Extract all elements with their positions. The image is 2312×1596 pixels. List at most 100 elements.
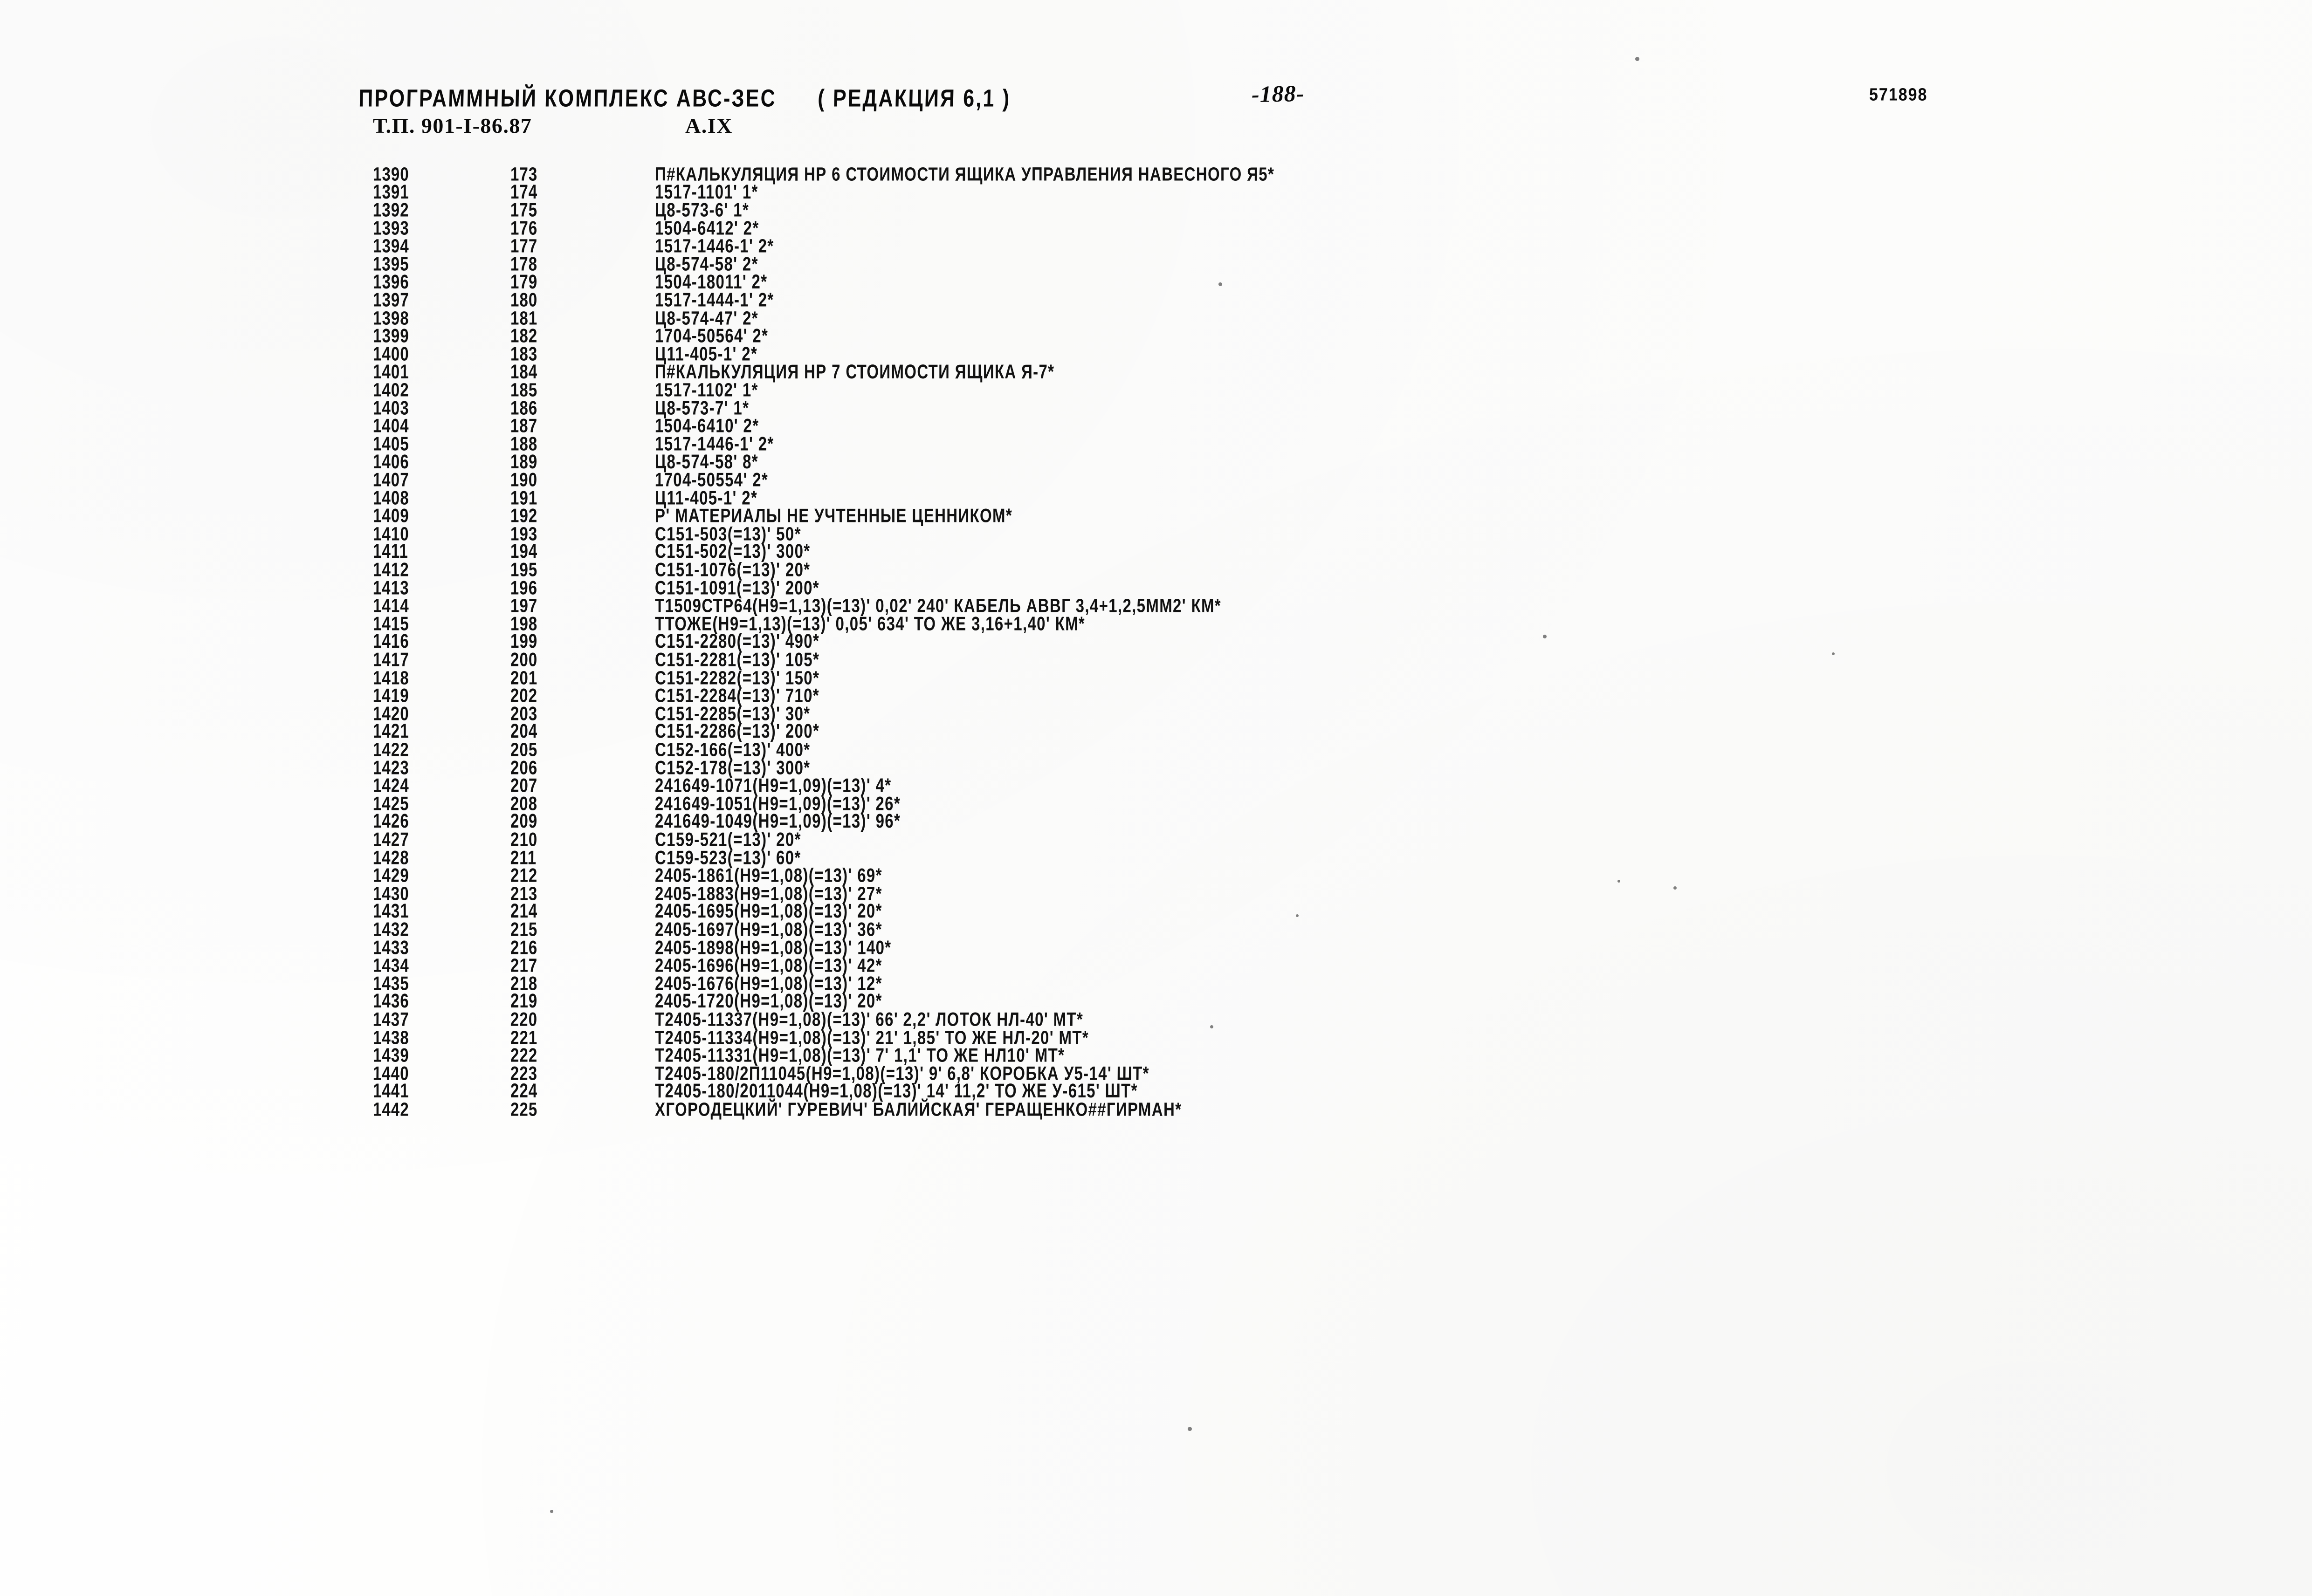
- type-project-code: Т.П. 901-I-86.87: [373, 114, 532, 137]
- listing-row: 1412 195 С151-1076(=13)' 20*: [0, 558, 2312, 581]
- listing-row: 1434 217 2405-1696(Н9=1,08)(=13)' 42*: [0, 955, 2312, 975]
- scan-speck: [1188, 1427, 1192, 1431]
- listing-row: 1405 188 1517-1446-1' 2*: [0, 434, 2312, 453]
- listing-row: 1420 203 С151-2285(=13)' 30*: [0, 704, 2312, 723]
- listing-row: 1398 181 Ц8-574-47' 2*: [0, 308, 2312, 328]
- row-item-number: 195: [510, 558, 538, 581]
- row-item-number: 220: [510, 1008, 538, 1030]
- row-item-number: 192: [510, 504, 538, 527]
- listing-row: 1396 179 1504-18011' 2*: [0, 272, 2312, 291]
- row-item-number: 224: [510, 1079, 538, 1102]
- row-item-number: 196: [510, 576, 538, 598]
- row-record-text: С151-2281(=13)' 105*: [655, 648, 820, 671]
- listing-row: 1391 174 1517-1101' 1*: [0, 182, 2312, 201]
- listing-row: 1440 223 Т2405-180/2П11045(Н9=1,08)(=13)' …: [0, 1062, 2312, 1084]
- listing-row: 1441 224 Т2405-180/2011044(Н9=1,08)(=13)' …: [0, 1079, 2312, 1102]
- row-record-text: 2405-1720(Н9=1,08)(=13)' 20*: [655, 989, 882, 1012]
- row-item-number: 222: [510, 1044, 538, 1066]
- listing-row: 1406 189 Ц8-574-58' 8*: [0, 452, 2312, 471]
- listing-row: 1390 173 П#КАЛЬКУЛЯЦИЯ НР 6 СТОИМОСТИ ЯЩИК…: [0, 164, 2312, 184]
- row-sequence-number: 1413: [372, 576, 409, 598]
- listing-row: 1408 191 Ц11-405-1' 2*: [0, 488, 2312, 507]
- row-sequence-number: 1397: [373, 288, 409, 311]
- row-sequence-number: 1442: [373, 1098, 409, 1120]
- listing-row: 1411 194 С151-502(=13)' 300*: [0, 541, 2312, 561]
- listing-row: 1393 176 1504-6412' 2*: [0, 217, 2312, 239]
- row-record-text: Т2405-180/2011044(Н9=1,08)(=13)' 14' 11,…: [655, 1079, 1138, 1102]
- listing-row: 1400 183 Ц11-405-1' 2*: [0, 344, 2312, 363]
- row-sequence-number: 1441: [373, 1079, 409, 1102]
- row-record-text: С151-2286(=13)' 200*: [655, 720, 820, 742]
- row-item-number: 214: [510, 900, 538, 922]
- row-record-text: С151-1076(=13)' 20*: [655, 558, 811, 581]
- row-sequence-number: 1429: [373, 864, 409, 886]
- row-item-number: 180: [510, 288, 538, 311]
- row-record-text: 2405-1861(Н9=1,08)(=13)' 69*: [655, 864, 882, 886]
- row-record-text: Т2405-11331(Н9=1,08)(=13)' 7' 1,1' ТО ЖЕ…: [655, 1044, 1065, 1066]
- listing-row: 1438 221 Т2405-11334(Н9=1,08)(=13)' 21' 1,…: [0, 1027, 2312, 1047]
- scanned-page: ПРОГРАММНЫЙ КОМПЛЕКС АВС-ЗЕС ( РЕДАКЦИЯ …: [0, 0, 2312, 1596]
- listing-row: 1419 202 С151-2284(=13)' 710*: [0, 685, 2312, 706]
- edition-label: ( РЕДАКЦИЯ 6,1 ): [817, 85, 1011, 112]
- listing-row: 1416 199 С151-2280(=13)' 490*: [0, 631, 2312, 651]
- page-header: ПРОГРАММНЫЙ КОМПЛЕКС АВС-ЗЕС ( РЕДАКЦИЯ …: [0, 0, 2312, 154]
- listing-row: 1421 204 С151-2286(=13)' 200*: [0, 720, 2312, 742]
- listing-row: 1439 222 Т2405-11331(Н9=1,08)(=13)' 7' 1,1…: [0, 1044, 2312, 1066]
- listing-row: 1435 218 2405-1676(Н9=1,08)(=13)' 12*: [0, 973, 2312, 993]
- row-sequence-number: 1409: [373, 504, 409, 527]
- listing-row: 1392 175 Ц8-573-6' 1*: [0, 199, 2312, 221]
- page-number: -188-: [1251, 80, 1305, 108]
- listing-row: 1399 182 1704-50564' 2*: [0, 326, 2312, 345]
- listing-row: 1437 220 Т2405-11337(Н9=1,08)(=13)' 66' 2,…: [0, 1008, 2312, 1030]
- listing-row: 1430 213 2405-1883(Н9=1,08)(=13)' 27*: [0, 884, 2312, 903]
- listing-row: 1431 214 2405-1695(Н9=1,08)(=13)' 20*: [0, 900, 2312, 922]
- listing-row: 1436 219 2405-1720(Н9=1,08)(=13)' 20*: [0, 989, 2312, 1012]
- listing-row: 1404 187 1504-6410' 2*: [0, 415, 2312, 437]
- row-item-number: 184: [510, 360, 538, 383]
- listing-row: 1429 212 2405-1861(Н9=1,08)(=13)' 69*: [0, 864, 2312, 886]
- document-number: 571898: [1869, 85, 1928, 105]
- scan-speck: [550, 1510, 553, 1513]
- row-item-number: 176: [510, 217, 538, 239]
- row-record-text: 2405-1697(Н9=1,08)(=13)' 36*: [655, 918, 882, 940]
- row-sequence-number: 1393: [373, 217, 409, 239]
- listing-row: 1422 205 С152-166(=13)' 400*: [0, 740, 2312, 759]
- row-record-text: Р' МАТЕРИАЛЫ НЕ УЧТЕННЫЕ ЦЕННИКОМ*: [655, 504, 1013, 527]
- row-record-text: С151-1091(=13)' 200*: [654, 576, 820, 598]
- row-item-number: 190: [510, 468, 538, 491]
- row-item-number: 215: [510, 918, 538, 940]
- listing-row: 1407 190 1704-50554' 2*: [0, 468, 2312, 491]
- row-sequence-number: 1436: [373, 989, 409, 1012]
- row-item-number: 210: [510, 828, 538, 850]
- row-sequence-number: 1412: [373, 558, 409, 581]
- row-record-text: 1517-1444-1' 2*: [655, 288, 774, 311]
- listing-row: 1424 207 241649-1071(Н9=1,09)(=13)' 4*: [0, 775, 2312, 795]
- row-item-number: 200: [510, 648, 538, 671]
- listing-row: 1428 211 С159-523(=13)' 60*: [0, 846, 2312, 868]
- listing-row: 1442 225 ХГОРОДЕЦКИЙ' ГУРЕВИЧ' БАЛИЙСКАЯ' …: [0, 1098, 2312, 1120]
- listing-row: 1417 200 С151-2281(=13)' 105*: [0, 648, 2312, 671]
- row-sequence-number: 1432: [373, 918, 409, 940]
- listing-row: 1418 201 С151-2282(=13)' 150*: [0, 668, 2312, 687]
- row-record-text: 1504-6412' 2*: [655, 217, 759, 239]
- row-sequence-number: 1439: [373, 1044, 409, 1066]
- listing-row: 1413 196 С151-1091(=13)' 200*: [0, 576, 2312, 598]
- listing-row: 1414 197 Т1509СТР64(Н9=1,13)(=13)' 0,02' 2…: [0, 596, 2312, 615]
- listing-row: 1397 180 1517-1444-1' 2*: [0, 288, 2312, 311]
- row-record-text: 2405-1898(Н9=1,08)(=13)' 140*: [655, 936, 892, 958]
- listing-row: 1415 198 ТТОЖЕ(Н9=1,13)(=13)' 0,05' 634' Т…: [0, 614, 2312, 633]
- listing-row: 1426 209 241649-1049(Н9=1,09)(=13)' 96*: [0, 811, 2312, 831]
- row-sequence-number: 1421: [373, 720, 409, 742]
- listing-row: 1402 185 1517-1102' 1*: [0, 380, 2312, 399]
- row-item-number: 212: [510, 864, 538, 886]
- listing-row: 1395 178 Ц8-574-58' 2*: [0, 253, 2312, 274]
- listing-row: 1427 210 С159-521(=13)' 20*: [0, 828, 2312, 850]
- row-record-text: П#КАЛЬКУЛЯЦИЯ НР 7 СТОИМОСТИ ЯЩИКА Я-7*: [655, 360, 1055, 383]
- listing-row: 1433 216 2405-1898(Н9=1,08)(=13)' 140*: [0, 936, 2312, 958]
- row-item-number: 204: [510, 720, 538, 742]
- listing-row: 1394 177 1517-1446-1' 2*: [0, 236, 2312, 255]
- row-item-number: 219: [510, 989, 538, 1012]
- row-item-number: 216: [510, 936, 538, 958]
- row-record-text: 1704-50554' 2*: [654, 468, 769, 491]
- system-title: ПРОГРАММНЫЙ КОМПЛЕКС АВС-ЗЕС: [358, 85, 777, 112]
